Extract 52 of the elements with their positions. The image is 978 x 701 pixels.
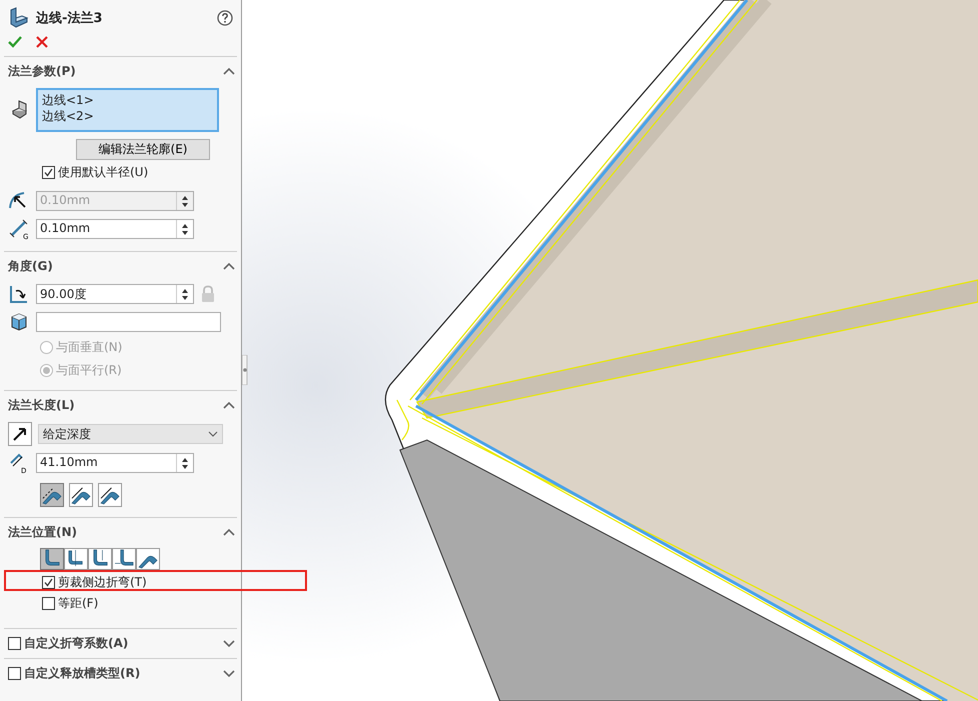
number-field[interactable]: 0.10mm: [36, 219, 194, 239]
number-field[interactable]: 90.00度: [36, 284, 194, 304]
flange-angle-icon: [8, 283, 30, 305]
panel-title: 边线-法兰3: [36, 10, 104, 27]
ok-check-icon[interactable]: [8, 36, 22, 48]
list-item[interactable]: 边线<1>: [42, 92, 213, 108]
section-title: 角度(G): [8, 258, 53, 274]
checkbox[interactable]: [8, 637, 21, 650]
checkbox-label[interactable]: 使用默认半径(U): [58, 164, 148, 181]
section-title: 自定义释放槽类型(R): [24, 665, 142, 682]
length-mode-button[interactable]: [40, 483, 64, 507]
edit-profile-button[interactable]: 编辑法兰轮廓(E): [76, 139, 210, 160]
diagonal-arrow-icon: [11, 425, 29, 443]
flange-position-button[interactable]: [64, 548, 88, 570]
checkbox-label[interactable]: 等距(F): [58, 595, 98, 612]
expand-icon[interactable]: [223, 670, 235, 678]
spin-arrows-icon[interactable]: [181, 456, 189, 470]
section-title: 法兰参数(P): [8, 62, 76, 80]
bend-profile-icon: [100, 485, 120, 505]
collapse-icon[interactable]: [223, 67, 235, 75]
flange-position-button[interactable]: [88, 548, 112, 570]
checkbox[interactable]: [42, 166, 55, 179]
section-title: 自定义折弯系数(A): [24, 635, 130, 652]
checkbox[interactable]: [8, 667, 21, 680]
section-title: 法兰长度(L): [8, 396, 75, 414]
flange-position-button[interactable]: [112, 548, 136, 570]
bend-profile-icon: [71, 485, 91, 505]
list-item[interactable]: 边线<2>: [42, 108, 213, 124]
sheet-metal-flange-icon: [8, 7, 30, 29]
reverse-direction-button[interactable]: [8, 422, 32, 446]
spin-arrows-icon[interactable]: [181, 288, 189, 300]
checkbox[interactable]: [42, 576, 55, 589]
flange-position-button[interactable]: [40, 548, 64, 570]
end-condition-dropdown[interactable]: 给定深度: [38, 424, 223, 444]
section-title: 法兰位置(N): [8, 524, 78, 540]
edge-selection-list[interactable]: 边线<1> 边线<2>: [36, 88, 219, 132]
checkbox-label[interactable]: 剪裁侧边折弯(T): [58, 574, 147, 591]
help-icon[interactable]: [217, 10, 233, 26]
cancel-icon[interactable]: [36, 36, 48, 48]
collapse-icon[interactable]: [223, 528, 235, 536]
flange-position-button[interactable]: [136, 548, 160, 570]
spin-arrows-icon[interactable]: [181, 222, 189, 236]
length-mode-button[interactable]: [69, 483, 93, 507]
chevron-down-icon: [208, 431, 218, 437]
collapse-icon[interactable]: [223, 401, 235, 409]
length-mode-button[interactable]: [98, 483, 122, 507]
number-field[interactable]: 41.10mm: [36, 453, 194, 473]
checkbox[interactable]: [42, 597, 55, 610]
panel-resize-handle[interactable]: [242, 355, 248, 385]
expand-icon[interactable]: [223, 640, 235, 648]
collapse-icon[interactable]: [223, 262, 235, 270]
face-selection-field[interactable]: [36, 312, 221, 332]
